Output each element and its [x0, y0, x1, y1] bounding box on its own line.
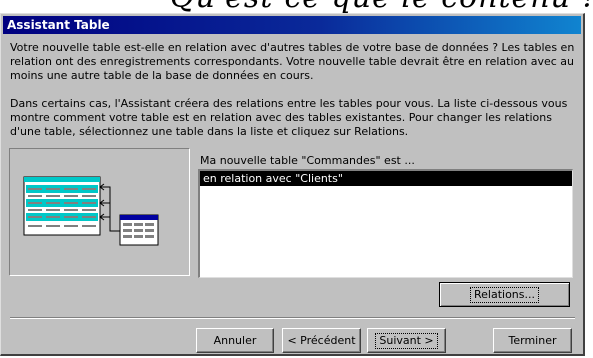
- next-button-label: Suivant >: [375, 333, 438, 349]
- relationship-illustration: [9, 148, 190, 276]
- wizard-dialog: Assistant Table Votre nouvelle table est…: [0, 13, 585, 356]
- relationship-listbox[interactable]: en relation avec "Clients": [198, 169, 573, 278]
- table-relationship-icon: [23, 176, 159, 246]
- intro-paragraph-2: Dans certains cas, l'Assistant créera de…: [10, 97, 568, 138]
- window-title: Assistant Table: [7, 18, 110, 32]
- background-heading-text: Qu'est-ce que le contenu ?: [170, 0, 593, 14]
- button-separator: [10, 317, 575, 319]
- finish-button[interactable]: Terminer: [493, 328, 572, 353]
- next-button[interactable]: Suivant >: [367, 328, 446, 353]
- cancel-button[interactable]: Annuler: [196, 328, 274, 353]
- background-heading-fragment: Qu'est-ce que le contenu ?: [0, 0, 593, 14]
- list-label: Ma nouvelle table "Commandes" est ...: [200, 154, 415, 167]
- previous-button[interactable]: < Précédent: [282, 328, 361, 353]
- title-bar[interactable]: Assistant Table: [3, 16, 581, 34]
- intro-paragraph-1: Votre nouvelle table est-elle en relatio…: [10, 41, 575, 82]
- list-item[interactable]: en relation avec "Clients": [200, 171, 572, 186]
- relations-button-label: Relations...: [469, 287, 539, 303]
- relations-button[interactable]: Relations...: [439, 282, 570, 307]
